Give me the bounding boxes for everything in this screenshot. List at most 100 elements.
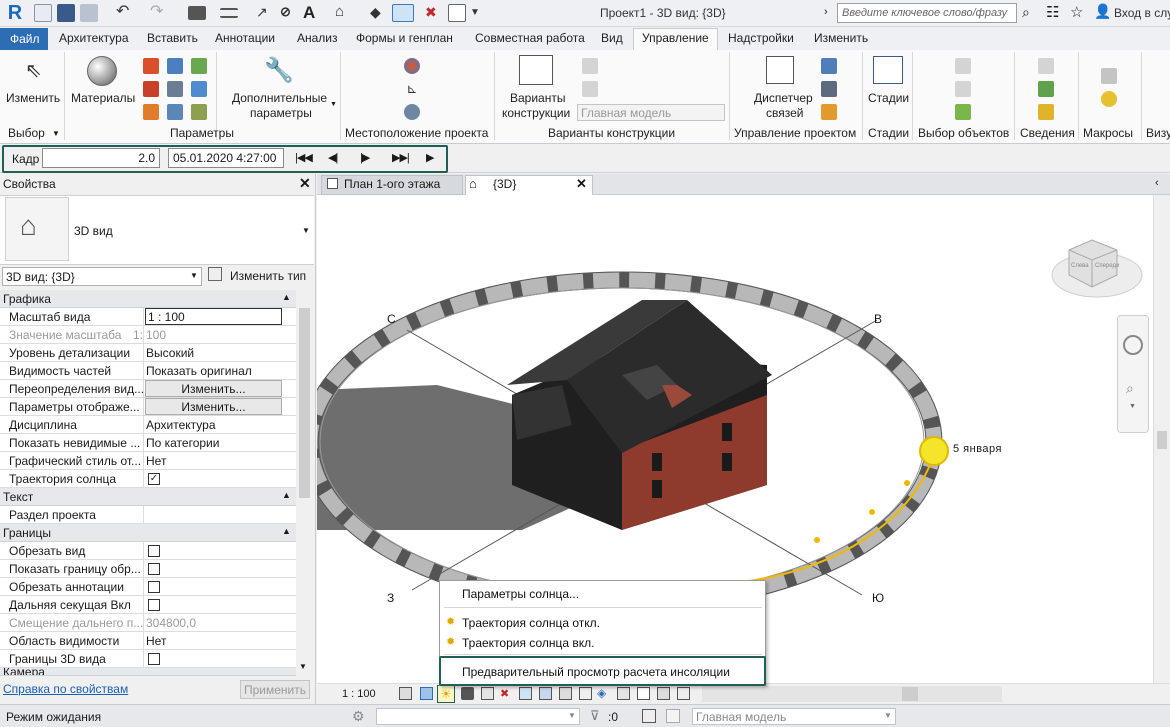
tab-massing[interactable]: Формы и генплан (356, 31, 453, 45)
decal-types-icon[interactable] (821, 81, 837, 97)
project-units-icon[interactable] (191, 104, 207, 120)
3d-view-icon[interactable]: ⌂ (335, 4, 353, 22)
main-model-dropdown[interactable]: Главная модель (577, 104, 725, 121)
tab-architecture[interactable]: Архитектура (59, 31, 129, 45)
tab-collaborate[interactable]: Совместная работа (475, 31, 585, 45)
first-frame-icon[interactable]: |◀◀ (295, 151, 313, 164)
purge-unused-icon[interactable] (167, 104, 183, 120)
user-icon[interactable]: 👤 (1094, 3, 1111, 20)
property-checkbox[interactable] (148, 599, 160, 611)
property-row[interactable]: Масштаб вида 1 : 100 (0, 308, 296, 326)
tab-addins[interactable]: Надстройки (728, 31, 794, 45)
property-value[interactable]: 304800,0 (146, 616, 196, 630)
property-row[interactable]: Обрезать аннотации (0, 578, 296, 596)
sign-in-link[interactable]: Вход в слу (1114, 6, 1170, 20)
menu-item-sun-path-on[interactable]: Траектория солнца вкл. (462, 636, 594, 650)
edit-type-icon[interactable] (208, 267, 222, 281)
chevron-down-icon[interactable]: ▼ (330, 101, 337, 108)
starting-view-icon[interactable] (821, 104, 837, 120)
manage-links-label-2[interactable]: связей (766, 106, 803, 120)
datetime-field[interactable]: 05.01.2020 4:27:00 (168, 148, 284, 168)
property-row[interactable]: Переопределения вид... Изменить... (0, 380, 296, 398)
analytical-model-icon[interactable] (617, 687, 630, 700)
position-icon[interactable] (404, 104, 420, 120)
print-icon[interactable] (188, 6, 206, 20)
shared-params-icon[interactable] (191, 81, 207, 97)
scrollbar-thumb[interactable] (299, 308, 310, 498)
scrollbar-thumb[interactable] (902, 687, 918, 701)
global-params-icon[interactable] (143, 104, 159, 120)
close-icon[interactable]: ✕ (576, 176, 587, 192)
subscription-icon[interactable]: ☷ (1046, 3, 1059, 21)
tab-modify[interactable]: Изменить (814, 31, 868, 45)
qat-dropdown-icon[interactable]: ▼ (470, 4, 488, 22)
object-styles-icon[interactable] (143, 58, 159, 74)
macro-security-icon[interactable] (1101, 91, 1117, 107)
apply-button[interactable]: Применить (240, 680, 310, 699)
viewcube-face-front[interactable]: Спереди (1095, 263, 1119, 269)
manage-links-label[interactable]: Диспетчер (754, 91, 813, 105)
detail-level-icon[interactable] (399, 687, 412, 700)
tab-insert[interactable]: Вставить (147, 31, 198, 45)
property-row[interactable]: Параметры отображе... Изменить... (0, 398, 296, 416)
modify-button[interactable]: Изменить (6, 91, 60, 105)
property-value[interactable]: Показать оригинал (146, 364, 252, 378)
location-globe-icon[interactable] (404, 58, 420, 74)
select-by-id-icon[interactable] (1038, 81, 1054, 97)
tab-scroll-icon[interactable]: ‹ (1155, 177, 1159, 189)
design-option-icon[interactable] (666, 709, 680, 723)
manage-images-icon[interactable] (821, 58, 837, 74)
property-value[interactable]: По категории (146, 436, 219, 450)
unlocked-3d-icon[interactable] (519, 687, 532, 700)
chevron-down-icon[interactable]: ▼ (52, 129, 60, 138)
highlight-displacement-icon[interactable] (637, 687, 650, 700)
search-input[interactable]: Введите ключевое слово/фразу (837, 3, 1017, 23)
project-params-icon[interactable] (143, 81, 159, 97)
additional-settings-label-2[interactable]: параметры (250, 106, 312, 120)
group-label-selection[interactable]: Выбор (8, 126, 45, 140)
property-row[interactable]: Границы 3D вида (0, 650, 296, 668)
chevron-right-icon[interactable]: › (824, 6, 828, 18)
section-camera[interactable]: Камера (0, 668, 296, 676)
property-row[interactable]: Область видимости Нет (0, 632, 296, 650)
sun-settings-view-icon[interactable] (677, 687, 690, 700)
properties-help-link[interactable]: Справка по свойствам (3, 682, 128, 696)
macro-manager-icon[interactable] (1101, 68, 1117, 84)
workset-dropdown[interactable] (376, 708, 580, 725)
property-value[interactable]: 100 (146, 328, 166, 342)
property-row[interactable]: Дальняя секущая Вкл (0, 596, 296, 614)
coordinates-icon[interactable]: ⊾ (404, 81, 420, 97)
horizontal-scrollbar[interactable] (702, 686, 1002, 702)
chevron-down-icon[interactable]: ▼ (190, 271, 198, 280)
crop-view-icon[interactable] (481, 687, 494, 700)
additional-settings-label[interactable]: Дополнительные (232, 91, 327, 105)
property-checkbox[interactable] (148, 653, 160, 665)
reveal-constraints-icon[interactable] (657, 687, 670, 700)
binoculars-icon[interactable]: ⌕ (1022, 4, 1030, 21)
property-row[interactable]: Видимость частей Показать оригинал (0, 362, 296, 380)
scrollbar-thumb[interactable] (1157, 431, 1167, 449)
viewport-scrollbar[interactable] (1153, 195, 1170, 683)
sun-path-toggle-icon[interactable]: ☀ (437, 685, 455, 703)
edit-button[interactable]: Изменить... (145, 380, 282, 397)
property-value[interactable]: Архитектура (146, 418, 216, 432)
property-row[interactable]: Значение масштаба 100 1: (0, 326, 296, 344)
zoom-icon[interactable]: ⌕ (1126, 380, 1134, 397)
property-checkbox[interactable] (148, 581, 160, 593)
dimension-icon[interactable]: ↗ (256, 4, 274, 22)
property-row[interactable]: Показать невидимые ... По категории (0, 434, 296, 452)
show-crop-icon[interactable]: ✖ (500, 687, 509, 700)
property-row[interactable]: Дисциплина Архитектура (0, 416, 296, 434)
property-row[interactable]: Уровень детализации Высокий (0, 344, 296, 362)
play-icon[interactable]: |▶ (360, 151, 370, 164)
materials-button[interactable]: Материалы (71, 91, 135, 105)
save-icon[interactable] (57, 4, 75, 22)
warnings-icon[interactable] (1038, 104, 1054, 120)
last-frame-icon[interactable]: ▶ (426, 151, 434, 164)
property-value[interactable]: Высокий (146, 346, 194, 360)
tab-annotate[interactable]: Аннотации (215, 31, 275, 45)
menu-item-solar-study-preview[interactable]: Предварительный просмотр расчета инсоляц… (462, 665, 730, 679)
property-row[interactable]: Раздел проекта (0, 506, 296, 524)
chevron-down-icon[interactable]: ▼ (568, 711, 576, 720)
property-checkbox[interactable]: ✓ (148, 473, 160, 485)
